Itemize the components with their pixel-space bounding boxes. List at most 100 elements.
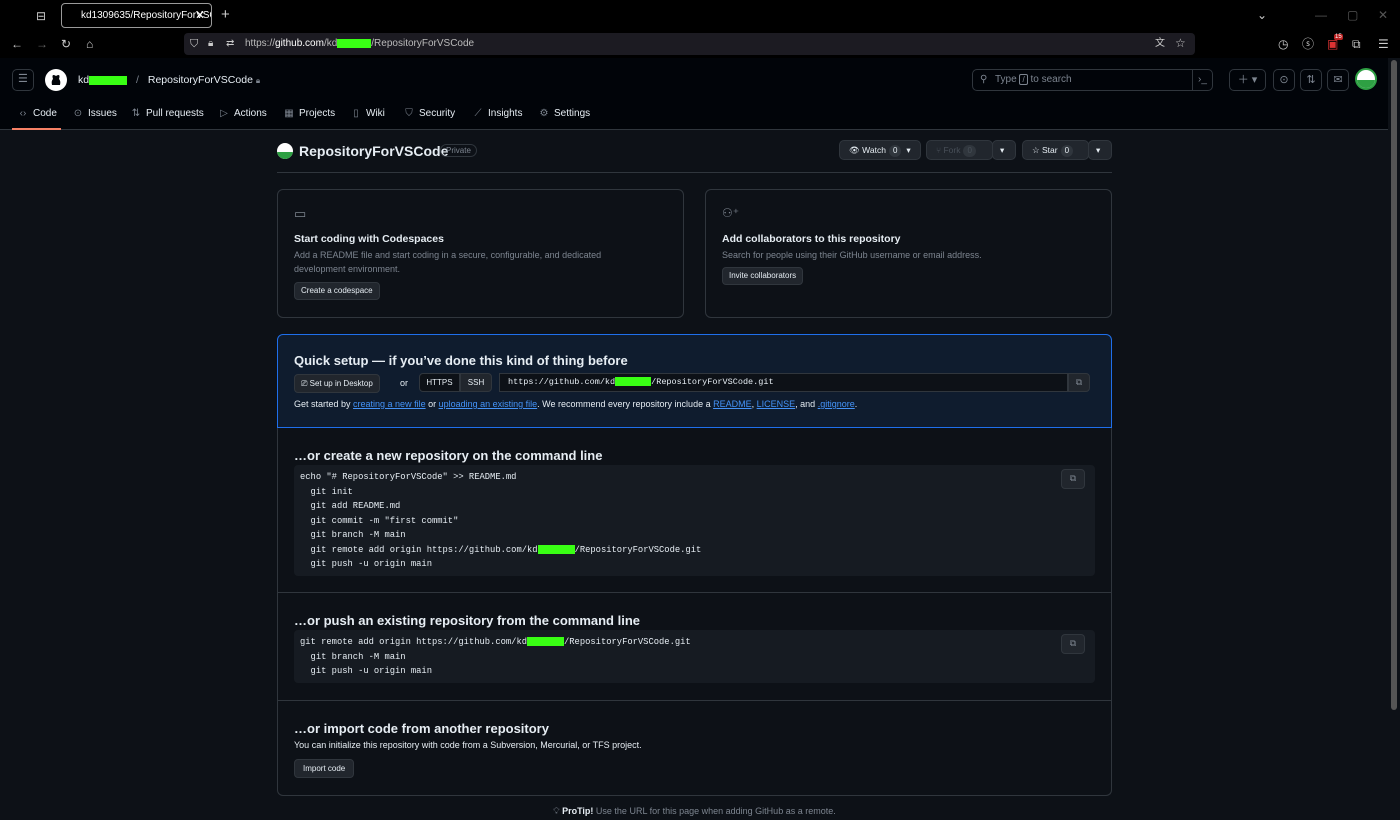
setup-desktop-label: Set up in Desktop — [309, 379, 373, 388]
tab-code[interactable]: ‹› Code — [12, 103, 61, 130]
star-dropdown-button[interactable]: ▾ — [1088, 140, 1112, 160]
close-tab-icon[interactable]: ✕ — [195, 4, 205, 27]
tab-security-label: Security — [419, 108, 456, 119]
upload-file-link[interactable]: uploading an existing file — [439, 399, 538, 409]
bookmark-star-icon[interactable]: ☆ — [1175, 36, 1186, 50]
redaction — [89, 75, 128, 85]
or-text: or — [400, 378, 409, 388]
tab-code-label: Code — [33, 108, 57, 119]
import-section: …or import code from another repository … — [277, 701, 1112, 796]
import-code-button[interactable]: Import code — [294, 759, 355, 778]
import-text: You can initialize this repository with … — [294, 740, 642, 750]
tab-security[interactable]: ⛉ Security — [403, 103, 455, 130]
copy-url-button[interactable]: ⧉ — [1068, 373, 1090, 392]
get-started-text: Get started by creating a new file or up… — [294, 399, 857, 409]
tab-projects[interactable]: ▦ Projects — [283, 103, 335, 130]
address-bar[interactable]: ⛉ 🔒︎ ⇄ https://github.com/kd/RepositoryF… — [184, 33, 1195, 55]
menu-button[interactable]: ☰ — [12, 69, 34, 91]
home-icon[interactable]: ⌂ — [86, 37, 93, 51]
close-window-icon[interactable]: ✕ — [1378, 8, 1388, 22]
star-icon: ☆ — [1032, 145, 1042, 155]
setup-desktop-button[interactable]: ⎚ Set up in Desktop — [294, 374, 380, 393]
tab-settings[interactable]: ⚙ Settings — [538, 103, 591, 130]
tab-wiki-label: Wiki — [366, 108, 385, 119]
push-existing-title: …or push an existing repository from the… — [294, 613, 640, 628]
code-line: echo "# RepositoryForVSCode" >> README.m… — [300, 472, 517, 482]
code-line: git remote add origin https://github.com… — [300, 635, 1089, 650]
breadcrumb-repo[interactable]: RepositoryForVSCode — [148, 74, 253, 86]
protip-text: Use the URL for this page when adding Gi… — [593, 806, 836, 816]
browser-tab[interactable]: kd1309635/RepositoryForVSCo ✕ — [61, 3, 212, 28]
tab-pull-requests[interactable]: ⇅ Pull requests — [130, 103, 204, 130]
gitignore-link[interactable]: .gitignore — [818, 399, 855, 409]
browser-tab-bar: ⊟ kd1309635/RepositoryForVSCo ✕ + ⌄ — ▢ … — [0, 0, 1400, 31]
copy-push-button[interactable]: ⧉ — [1061, 634, 1085, 654]
repo-name[interactable]: RepositoryForVSCode — [299, 143, 448, 159]
pull-requests-icon[interactable]: ⇅ — [1300, 69, 1322, 91]
tab-actions-label: Actions — [234, 108, 267, 119]
push-existing-section: …or push an existing repository from the… — [277, 593, 1112, 701]
history-icon[interactable]: ◷ — [1278, 37, 1288, 51]
remote-end: /RepositoryForVSCode.git — [564, 637, 691, 647]
create-new-file-link[interactable]: creating a new file — [353, 399, 426, 409]
tab-overview-icon[interactable]: ⊟ — [36, 9, 46, 23]
tab-insights[interactable]: ⟋ Insights — [472, 103, 523, 130]
watch-button[interactable]: 👁︎ Watch 0 ▾ — [839, 140, 921, 160]
forward-icon[interactable]: → — [36, 37, 48, 51]
started-text-1: Get started by — [294, 399, 354, 409]
readme-link[interactable]: README — [713, 399, 752, 409]
tab-list-icon[interactable]: ⌄ — [1257, 8, 1267, 22]
permissions-icon[interactable]: ⇄ — [226, 37, 234, 51]
import-title: …or import code from another repository — [294, 721, 549, 736]
create-new-button[interactable]: ＋ ▾ — [1229, 69, 1266, 91]
command-palette-icon[interactable]: ›_ — [1192, 70, 1212, 90]
repo-owner-avatar — [277, 143, 293, 159]
started-text-2: or — [425, 399, 439, 409]
app-menu-icon[interactable]: ☰ — [1378, 37, 1389, 51]
search-input[interactable]: ⚲ Type / to search ›_ — [972, 69, 1213, 91]
sync-account-icon[interactable]: ⓢ — [1302, 37, 1314, 51]
extensions-puzzle-icon[interactable]: ⧉ — [1352, 37, 1361, 51]
avatar[interactable] — [1355, 68, 1377, 90]
github-logo-icon[interactable] — [45, 69, 67, 91]
https-toggle[interactable]: HTTPS — [419, 373, 460, 392]
create-codespace-button[interactable]: Create a codespace — [294, 282, 380, 300]
play-icon: ▷ — [220, 108, 228, 119]
lightbulb-icon: 💡︎ — [553, 806, 563, 816]
started-text-3: . We recommend every repository include … — [537, 399, 714, 409]
push-existing-code-block[interactable]: git remote add origin https://github.com… — [294, 630, 1095, 683]
new-repo-code-block[interactable]: echo "# RepositoryForVSCode" >> README.m… — [294, 465, 1095, 576]
license-link[interactable]: LICENSE — [757, 399, 796, 409]
tab-wiki[interactable]: ▯ Wiki — [350, 103, 385, 130]
collaborators-title: Add collaborators to this repository — [722, 233, 901, 245]
scrollbar[interactable] — [1388, 58, 1400, 820]
maximize-icon[interactable]: ▢ — [1347, 8, 1358, 22]
tab-issues[interactable]: ⊙ Issues — [72, 103, 117, 130]
issue-icon: ⊙ — [73, 108, 83, 119]
fork-button[interactable]: ⑂ Fork 0 — [926, 140, 993, 160]
search-key-hint: / — [1019, 74, 1028, 85]
ssh-toggle[interactable]: SSH — [460, 373, 492, 392]
star-button[interactable]: ☆ Star 0 — [1022, 140, 1089, 160]
chevron-down-icon: ▾ — [1096, 145, 1101, 155]
back-icon[interactable]: ← — [11, 37, 23, 51]
copy-new-repo-button[interactable]: ⧉ — [1061, 469, 1085, 489]
issues-icon[interactable]: ⊙ — [1273, 69, 1295, 91]
shield-icon[interactable]: ⛉ — [190, 37, 198, 51]
codespaces-text: Add a README file and start coding in a … — [294, 250, 602, 274]
minimize-icon[interactable]: — — [1315, 8, 1327, 22]
clone-url-input[interactable]: https://github.com/kd/RepositoryForVSCod… — [499, 373, 1068, 392]
invite-collaborators-button[interactable]: Invite collaborators — [722, 267, 804, 285]
lock-icon[interactable]: 🔒︎ — [208, 37, 213, 51]
reload-icon[interactable]: ↻ — [61, 37, 71, 51]
url-host: github.com — [275, 38, 324, 49]
breadcrumb-owner[interactable]: kd — [78, 74, 89, 86]
shield-icon: ⛉ — [405, 108, 413, 119]
tab-actions[interactable]: ▷ Actions — [218, 103, 267, 130]
translate-icon[interactable]: 文 — [1155, 37, 1165, 51]
copy-icon: ⧉ — [1069, 474, 1077, 484]
scrollbar-thumb[interactable] — [1391, 60, 1397, 710]
inbox-icon[interactable]: ✉ — [1327, 69, 1349, 91]
fork-dropdown-button[interactable]: ▾ — [992, 140, 1016, 160]
new-tab-icon[interactable]: + — [221, 7, 230, 22]
